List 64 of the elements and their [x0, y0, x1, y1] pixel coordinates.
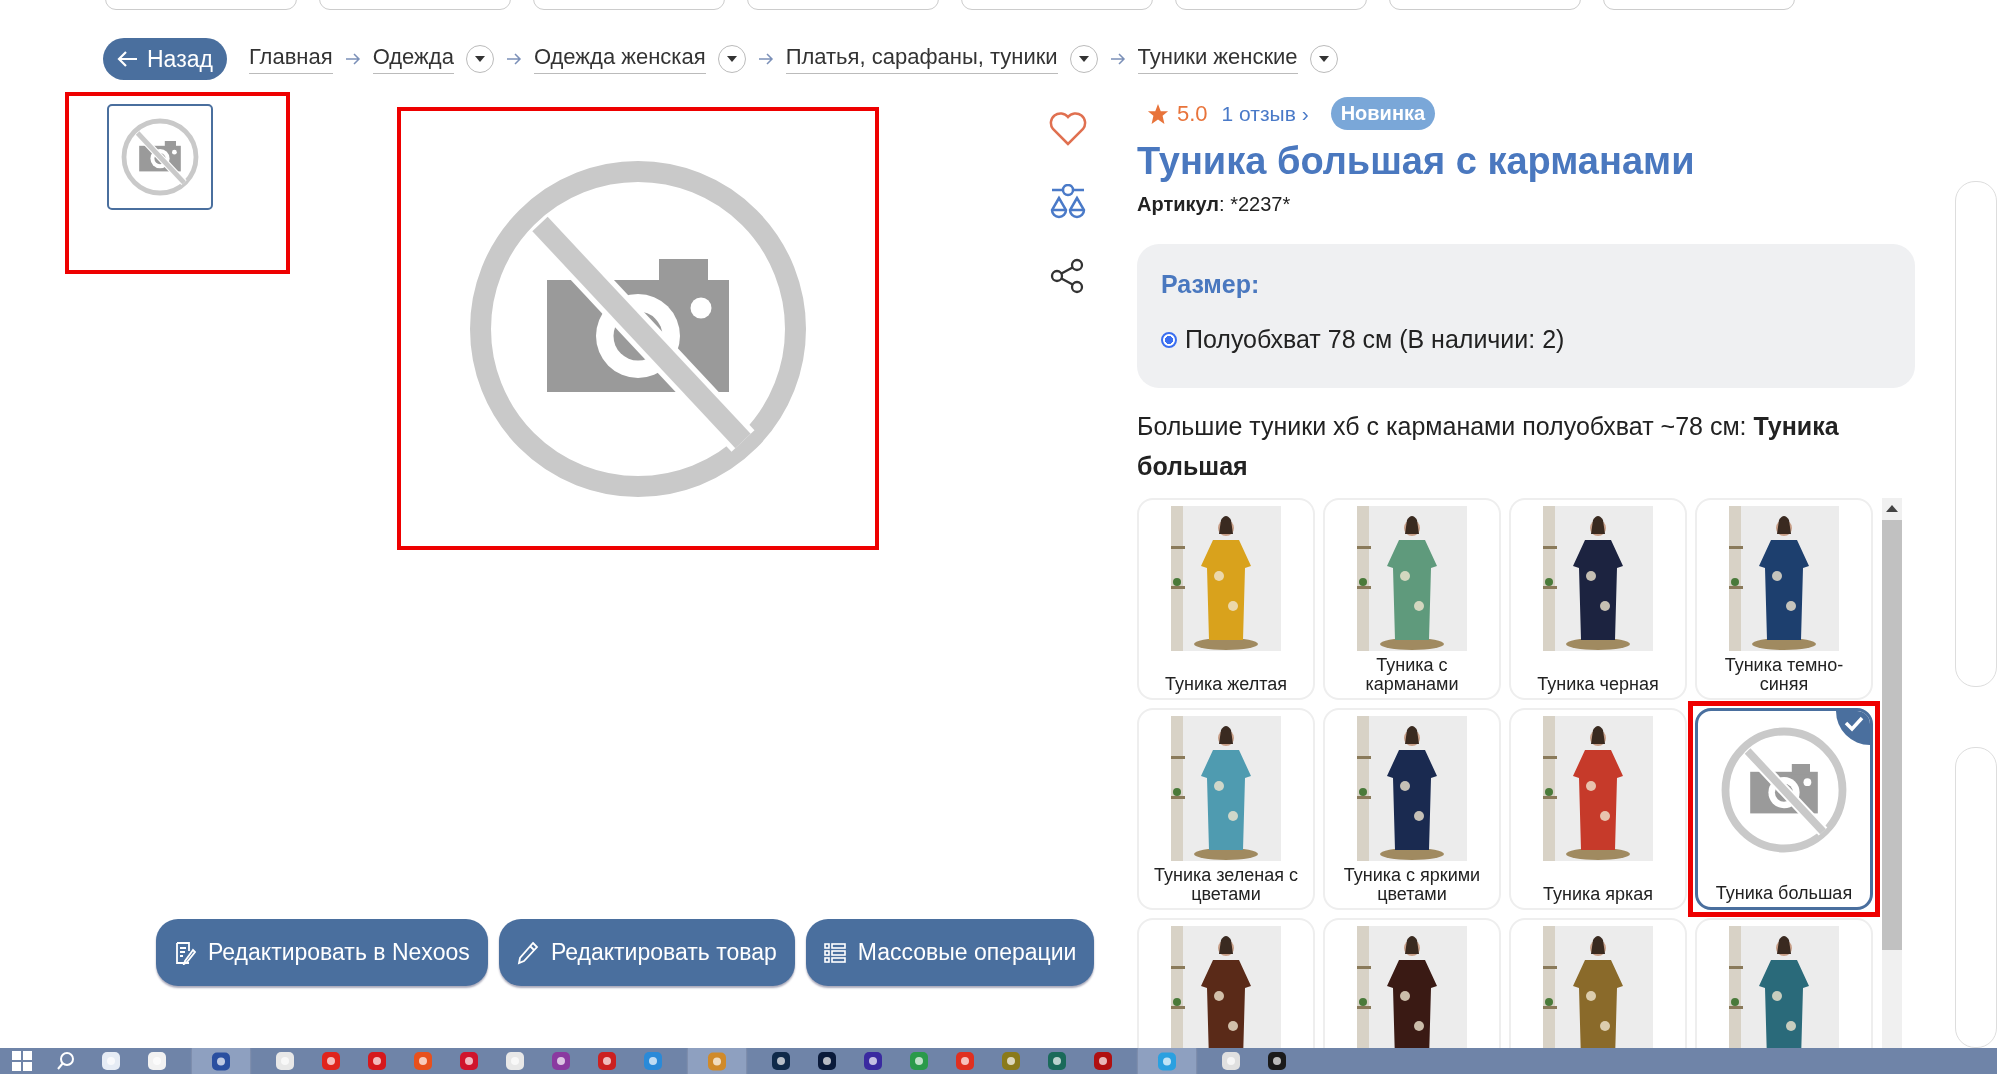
- no-photo-icon: [120, 117, 200, 197]
- app-icon[interactable]: [1046, 1050, 1068, 1072]
- app-icon[interactable]: [862, 1050, 884, 1072]
- scrollbar-thumb[interactable]: [1882, 520, 1902, 950]
- variant-card[interactable]: Туника темно-синяя: [1695, 498, 1873, 700]
- rating-score: 5.0: [1177, 100, 1208, 127]
- variant-name: Туника яркая: [1541, 885, 1655, 904]
- variant-card[interactable]: Туника желтая: [1137, 498, 1315, 700]
- check-icon: [1836, 711, 1870, 745]
- caret-icon: [474, 56, 485, 62]
- scroll-up-icon[interactable]: [1886, 504, 1898, 512]
- action-button[interactable]: Массовые операции: [805, 919, 1095, 986]
- reviews-link[interactable]: 1 отзыв ›: [1221, 101, 1309, 126]
- variant-card[interactable]: Туника яркая: [1509, 708, 1687, 910]
- star-icon: [1147, 102, 1169, 125]
- list-icon: [823, 942, 846, 963]
- variant-name: Туника большая: [1714, 884, 1854, 903]
- variant-name: Туника с карманами: [1364, 656, 1460, 694]
- variant-card[interactable]: Туника с карманами: [1323, 498, 1501, 700]
- action-button[interactable]: Редактировать товар: [498, 919, 795, 986]
- scales-icon[interactable]: [1049, 184, 1087, 220]
- back-button[interactable]: Назад: [103, 38, 227, 80]
- windows-icon[interactable]: [12, 1051, 32, 1071]
- thumbnail[interactable]: [107, 104, 213, 210]
- breadcrumb-link[interactable]: Платья, сарафаны, туники: [785, 44, 1058, 74]
- scrollbar[interactable]: [1882, 498, 1902, 1048]
- size-option[interactable]: Полуобхват 78 см (В наличии: 2): [1161, 325, 1565, 354]
- variant-card[interactable]: Туника зеленая с цветами: [1137, 708, 1315, 910]
- breadcrumb-link[interactable]: Одежда женская: [533, 44, 706, 74]
- variant-name: Туника зеленая с цветами: [1153, 866, 1299, 904]
- new-badge: Новинка: [1330, 97, 1436, 130]
- variant-name: Туника желтая: [1164, 675, 1288, 694]
- variant-name: Туника темно-синяя: [1723, 656, 1845, 694]
- product-description: Большие туники хб с карманами полуобхват ~78 см: Туника большая: [1137, 411, 1840, 482]
- breadcrumb-link[interactable]: Туники женские: [1137, 44, 1298, 74]
- variant-card[interactable]: Туника большая: [1695, 708, 1873, 910]
- product-title: Туника большая с карманами: [1137, 140, 1696, 183]
- variant-name: Туника черная: [1536, 675, 1660, 694]
- size-heading: Размер:: [1161, 270, 1261, 299]
- action-button[interactable]: Редактировать в Nexoos: [156, 919, 488, 986]
- breadcrumb-link[interactable]: Главная: [248, 44, 333, 74]
- app-icon[interactable]: [1266, 1050, 1288, 1072]
- app-icon[interactable]: [816, 1050, 838, 1072]
- arrow-icon: [505, 53, 522, 65]
- breadcrumb-link[interactable]: Одежда: [372, 44, 454, 74]
- variant-card[interactable]: Туника с яркими цветами: [1323, 708, 1501, 910]
- back-arrow-icon: [117, 50, 139, 68]
- app-icon[interactable]: [550, 1050, 572, 1072]
- caret-icon: [726, 56, 737, 62]
- arrow-icon: [344, 53, 361, 65]
- app-icon[interactable]: [770, 1050, 792, 1072]
- heart-icon[interactable]: [1049, 112, 1087, 146]
- variant-name: Туника с яркими цветами: [1342, 866, 1482, 904]
- search-icon[interactable]: [56, 1051, 76, 1071]
- arrow-icon: [757, 53, 774, 65]
- arrow-icon: [1109, 53, 1126, 65]
- article-number: Артикул: *2237*: [1137, 193, 1292, 216]
- document-edit-icon: [174, 940, 196, 965]
- caret-icon: [1318, 56, 1329, 62]
- pencil-icon: [516, 940, 539, 965]
- variant-card[interactable]: Туника черная: [1509, 498, 1687, 700]
- share-icon[interactable]: [1050, 258, 1086, 294]
- caret-icon: [1078, 56, 1089, 62]
- app-icon[interactable]: [1092, 1050, 1114, 1072]
